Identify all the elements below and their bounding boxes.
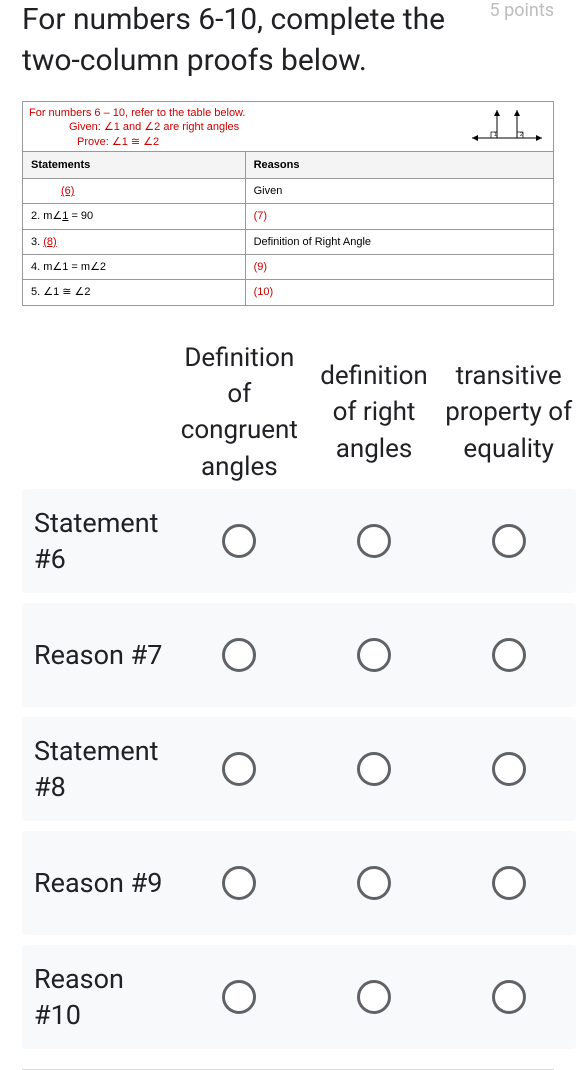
proof-statement: 3. (8) (23, 230, 246, 254)
radio-r0-c0[interactable] (222, 524, 256, 558)
grid-row: Statement #6 (22, 489, 576, 593)
proof-statement: 2. m∠1 = 90 (23, 204, 246, 228)
option-cell (307, 752, 442, 786)
grid-row: Reason #7 (22, 603, 576, 707)
option-cell (172, 866, 307, 900)
option-cell (172, 980, 307, 1014)
diagram-prove: Prove: ∠1 ≅ ∠2 (29, 135, 245, 149)
radio-r4-c0[interactable] (222, 980, 256, 1014)
grid-row: Reason #9 (22, 831, 576, 935)
option-cell (307, 980, 442, 1014)
row-label: Statement #8 (22, 721, 172, 818)
option-cell (441, 752, 576, 786)
row-label: Statement #6 (22, 493, 172, 590)
option-cell (441, 638, 576, 672)
proof-row: 3. (8)Definition of Right Angle (23, 229, 553, 254)
row-label: Reason #7 (22, 625, 172, 685)
radio-r3-c1[interactable] (357, 866, 391, 900)
proof-row: 2. m∠1 = 90(7) (23, 203, 553, 228)
proof-diagram: For numbers 6 – 10, refer to the table b… (22, 101, 554, 306)
option-cell (441, 524, 576, 558)
option-cell (441, 866, 576, 900)
radio-r0-c2[interactable] (492, 524, 526, 558)
radio-r2-c2[interactable] (492, 752, 526, 786)
question-title: For numbers 6-10, complete the two-colum… (22, 0, 478, 81)
proof-reason: Given (246, 179, 553, 203)
radio-r4-c1[interactable] (357, 980, 391, 1014)
option-cell (172, 752, 307, 786)
radio-r3-c2[interactable] (492, 866, 526, 900)
col-header-2: transitive property of equality (441, 354, 576, 471)
diagram-intro: For numbers 6 – 10, refer to the table b… (29, 107, 245, 119)
proof-reason: (7) (246, 204, 553, 228)
svg-text:2: 2 (520, 132, 523, 138)
col-header-reasons: Reasons (246, 152, 553, 178)
proof-row: 5. ∠1 ≅ ∠2(10) (23, 279, 553, 304)
proof-statement: (6) (23, 179, 246, 203)
radio-r1-c0[interactable] (222, 638, 256, 672)
proof-reason: Definition of Right Angle (246, 230, 553, 254)
radio-r3-c0[interactable] (222, 866, 256, 900)
col-header-0: Definition of congruent angles (172, 336, 307, 490)
option-cell (441, 980, 576, 1014)
angle-figure: 1 2 (467, 106, 547, 146)
col-header-1: definition of right angles (307, 354, 442, 471)
proof-row: 4. m∠1 = m∠2(9) (23, 254, 553, 279)
radio-r4-c2[interactable] (492, 980, 526, 1014)
option-cell (172, 524, 307, 558)
grid-row: Statement #8 (22, 717, 576, 821)
option-cell (307, 524, 442, 558)
grid-row: Reason #10 (22, 945, 576, 1049)
row-label: Reason #10 (22, 949, 172, 1046)
radio-r0-c1[interactable] (357, 524, 391, 558)
option-cell (307, 866, 442, 900)
option-cell (172, 638, 307, 672)
proof-reason: (9) (246, 255, 553, 279)
diagram-given: Given: ∠1 and ∠2 are right angles (29, 120, 245, 134)
option-cell (307, 638, 442, 672)
proof-row: (6)Given (23, 178, 553, 203)
proof-reason: (10) (246, 280, 553, 304)
answer-grid: . Definition of congruent angles definit… (0, 336, 576, 1050)
radio-r1-c1[interactable] (357, 638, 391, 672)
row-label: Reason #9 (22, 853, 172, 913)
col-header-statements: Statements (23, 152, 246, 178)
svg-text:1: 1 (494, 132, 497, 138)
proof-statement: 4. m∠1 = m∠2 (23, 255, 246, 279)
proof-statement: 5. ∠1 ≅ ∠2 (23, 280, 246, 304)
radio-r2-c0[interactable] (222, 752, 256, 786)
radio-r1-c2[interactable] (492, 638, 526, 672)
points-label: 5 points (490, 0, 554, 21)
radio-r2-c1[interactable] (357, 752, 391, 786)
